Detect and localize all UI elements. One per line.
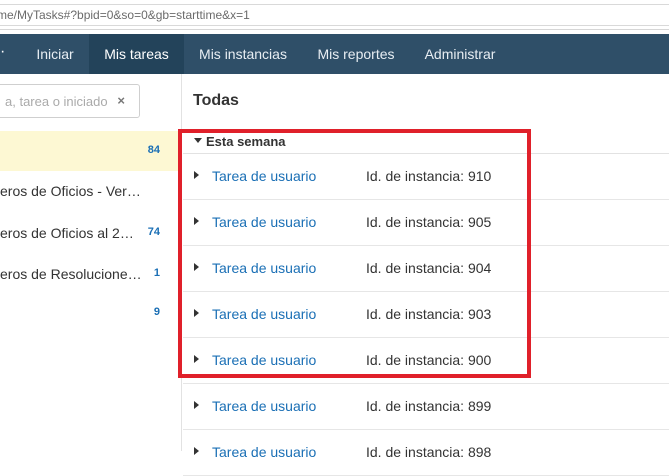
sidebar-item-label: eros de Oficios - Versió…: [0, 183, 143, 199]
logo-fragment: ·: [0, 43, 6, 60]
sidebar-item-count: 84: [147, 144, 160, 156]
task-link[interactable]: Tarea de usuario: [212, 214, 316, 230]
instance-id: Id. de instancia: 900: [366, 352, 492, 368]
task-link[interactable]: Tarea de usuario: [212, 168, 316, 184]
task-row: Tarea de usuario Id. de instancia: 903: [183, 292, 669, 338]
nav-mis-reportes[interactable]: Mis reportes: [302, 34, 410, 74]
task-list-panel: Todas Esta semana Tarea de usuario Id. d…: [183, 74, 669, 476]
instance-id: Id. de instancia: 905: [366, 214, 492, 230]
task-row: Tarea de usuario Id. de instancia: 905: [183, 200, 669, 246]
instance-id: Id. de instancia: 903: [366, 306, 492, 322]
address-bar: me/MyTasks#?bpid=0&so=0&gb=starttime&x=1: [0, 0, 669, 30]
nav-administrar[interactable]: Administrar: [410, 34, 510, 74]
search-box: ×: [0, 84, 140, 118]
instance-id: Id. de instancia: 910: [366, 168, 492, 184]
task-row: Tarea de usuario Id. de instancia: 898: [183, 430, 669, 476]
group-title: Esta semana: [206, 134, 286, 149]
task-row: Tarea de usuario Id. de instancia: 899: [183, 384, 669, 430]
instance-id: Id. de instancia: 898: [366, 444, 492, 460]
caret-right-icon[interactable]: [194, 309, 199, 317]
search-input[interactable]: [5, 91, 109, 111]
caret-right-icon[interactable]: [194, 355, 199, 363]
caret-right-icon[interactable]: [194, 401, 199, 409]
url-field[interactable]: me/MyTasks#?bpid=0&so=0&gb=starttime&x=1: [0, 4, 669, 26]
task-link[interactable]: Tarea de usuario: [212, 352, 316, 368]
sidebar-item-label: eros de Resoluciones…: [0, 266, 143, 282]
task-row: Tarea de usuario Id. de instancia: 900: [183, 338, 669, 384]
top-nav: · Iniciar Mis tareas Mis instancias Mis …: [0, 34, 669, 74]
task-link[interactable]: Tarea de usuario: [212, 260, 316, 276]
instance-id: Id. de instancia: 904: [366, 260, 492, 276]
sidebar-item-count: 9: [153, 306, 160, 318]
group-header[interactable]: Esta semana: [183, 132, 669, 154]
nav-iniciar[interactable]: Iniciar: [23, 34, 87, 74]
task-link[interactable]: Tarea de usuario: [212, 444, 316, 460]
caret-right-icon[interactable]: [194, 447, 199, 455]
caret-right-icon[interactable]: [194, 263, 199, 271]
caret-down-icon[interactable]: [194, 138, 202, 143]
sidebar-item-oficios-version[interactable]: eros de Oficios - Versió…: [0, 171, 182, 211]
sidebar-item-resoluciones[interactable]: eros de Resoluciones… 1: [0, 254, 182, 294]
sidebar-item-oficios-al[interactable]: eros de Oficios al 2… 74: [0, 213, 182, 253]
url-text: me/MyTasks#?bpid=0&so=0&gb=starttime&x=1: [0, 8, 250, 22]
task-row: Tarea de usuario Id. de instancia: 910: [183, 154, 669, 200]
task-link[interactable]: Tarea de usuario: [212, 306, 316, 322]
caret-right-icon[interactable]: [194, 171, 199, 179]
task-row: Tarea de usuario Id. de instancia: 904: [183, 246, 669, 292]
page-title: Todas: [193, 92, 239, 109]
task-link[interactable]: Tarea de usuario: [212, 398, 316, 414]
caret-right-icon[interactable]: [194, 217, 199, 225]
sidebar-item-other[interactable]: 9: [0, 293, 182, 333]
sidebar: × 84 eros de Oficios - Versió… eros de O…: [0, 74, 182, 451]
sidebar-item-count: 1: [153, 267, 160, 279]
nav-mis-tareas[interactable]: Mis tareas: [89, 34, 184, 74]
sidebar-item-count: 74: [147, 226, 160, 238]
nav-mis-instancias[interactable]: Mis instancias: [184, 34, 302, 74]
clear-icon[interactable]: ×: [117, 93, 125, 108]
instance-id: Id. de instancia: 899: [366, 398, 492, 414]
sidebar-item-all[interactable]: 84: [0, 131, 182, 171]
sidebar-item-label: eros de Oficios al 2…: [0, 225, 134, 241]
